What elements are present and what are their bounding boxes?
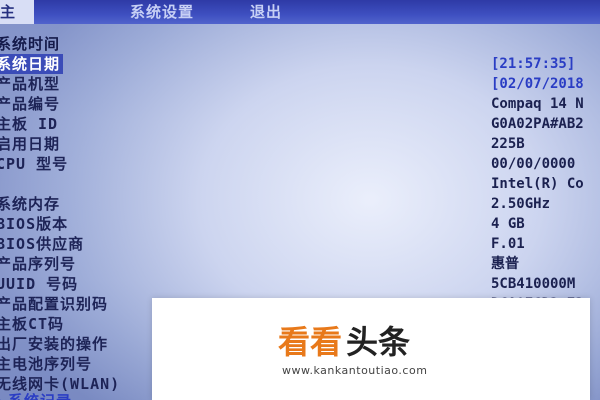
info-label: 产品配置识别码: [0, 295, 109, 313]
info-value: G0A02PA#AB2: [491, 116, 584, 132]
info-value: 2.50GHz: [491, 196, 551, 212]
section-title: 系统时间: [0, 35, 61, 53]
menu-tab-main[interactable]: 主: [0, 0, 34, 24]
info-row-uuid: UUID 号码 5CB410000M: [0, 274, 600, 294]
info-row-system-memory: 系统内存 2.50GHz: [0, 194, 600, 214]
info-label: 产品序列号: [0, 255, 77, 273]
watermark-banner: 看看 头条 www.kankantoutiao.com: [152, 298, 590, 400]
info-value: 225B: [491, 136, 525, 152]
info-label: 系统内存: [0, 195, 61, 213]
info-label: UUID 号码: [0, 275, 79, 293]
system-log-link[interactable]: ▶系统记录: [0, 391, 72, 400]
info-row-bios-vendor: BIOS供应商 F.01: [0, 234, 600, 254]
info-value: 5CB410000M: [491, 276, 576, 292]
info-label: 启用日期: [0, 135, 61, 153]
info-value: Intel(R) Co: [491, 176, 584, 192]
info-row-product-model: 产品机型 [02/07/2018: [0, 74, 600, 94]
info-label: 主板CT码: [0, 315, 65, 333]
info-label: 出厂安装的操作: [0, 335, 109, 353]
info-row-enable-date: 启用日期 225B: [0, 134, 600, 154]
info-value: 惠普: [491, 256, 519, 272]
info-label: 主电池序列号: [0, 355, 93, 373]
watermark-title-dark: 头条: [346, 323, 411, 361]
info-value: 00/00/0000: [491, 156, 576, 172]
info-value: Compaq 14 N: [491, 96, 584, 112]
menu-tab-exit[interactable]: 退出: [250, 0, 282, 24]
info-row-cpu-model: CPU 型号 00/00/0000: [0, 154, 600, 174]
info-label: BIOS版本: [0, 215, 69, 233]
bios-screen: 主 系统设置 退出 系统时间 系统日期 [21:57:35] 产品机型 [02/…: [0, 0, 600, 400]
bios-menu-bar: 主 系统设置 退出: [0, 0, 600, 24]
info-row-board-id: 主板 ID G0A02PA#AB2: [0, 114, 600, 134]
info-label: 系统日期: [0, 54, 64, 74]
watermark-title-accent: 看看: [278, 323, 343, 361]
info-row-serial-number: 产品序列号 惠普: [0, 254, 600, 274]
info-row-cpu-name: Intel(R) Co: [0, 174, 600, 194]
arrow-right-icon: ▶: [0, 391, 6, 400]
info-row-bios-version: BIOS版本 4 GB: [0, 214, 600, 234]
section-heading-row: 系统时间: [0, 34, 600, 54]
watermark-title: 看看 头条: [278, 322, 410, 362]
info-label: CPU 型号: [0, 155, 69, 173]
info-value: F.01: [491, 236, 525, 252]
info-value[interactable]: [21:57:35]: [491, 54, 575, 74]
menu-tab-system-config[interactable]: 系统设置: [130, 0, 194, 24]
info-row-product-number: 产品编号 Compaq 14 N: [0, 94, 600, 114]
info-label: 主板 ID: [0, 115, 59, 133]
info-label: BIOS供应商: [0, 235, 85, 253]
info-value[interactable]: [02/07/2018: [491, 74, 584, 94]
info-label: 产品编号: [0, 95, 61, 113]
info-value: 4 GB: [491, 216, 525, 232]
info-label: 产品机型: [0, 75, 61, 93]
watermark-url: www.kankantoutiao.com: [282, 364, 428, 377]
info-row-system-date[interactable]: 系统日期 [21:57:35]: [0, 54, 600, 74]
info-label: 系统记录: [8, 392, 72, 400]
